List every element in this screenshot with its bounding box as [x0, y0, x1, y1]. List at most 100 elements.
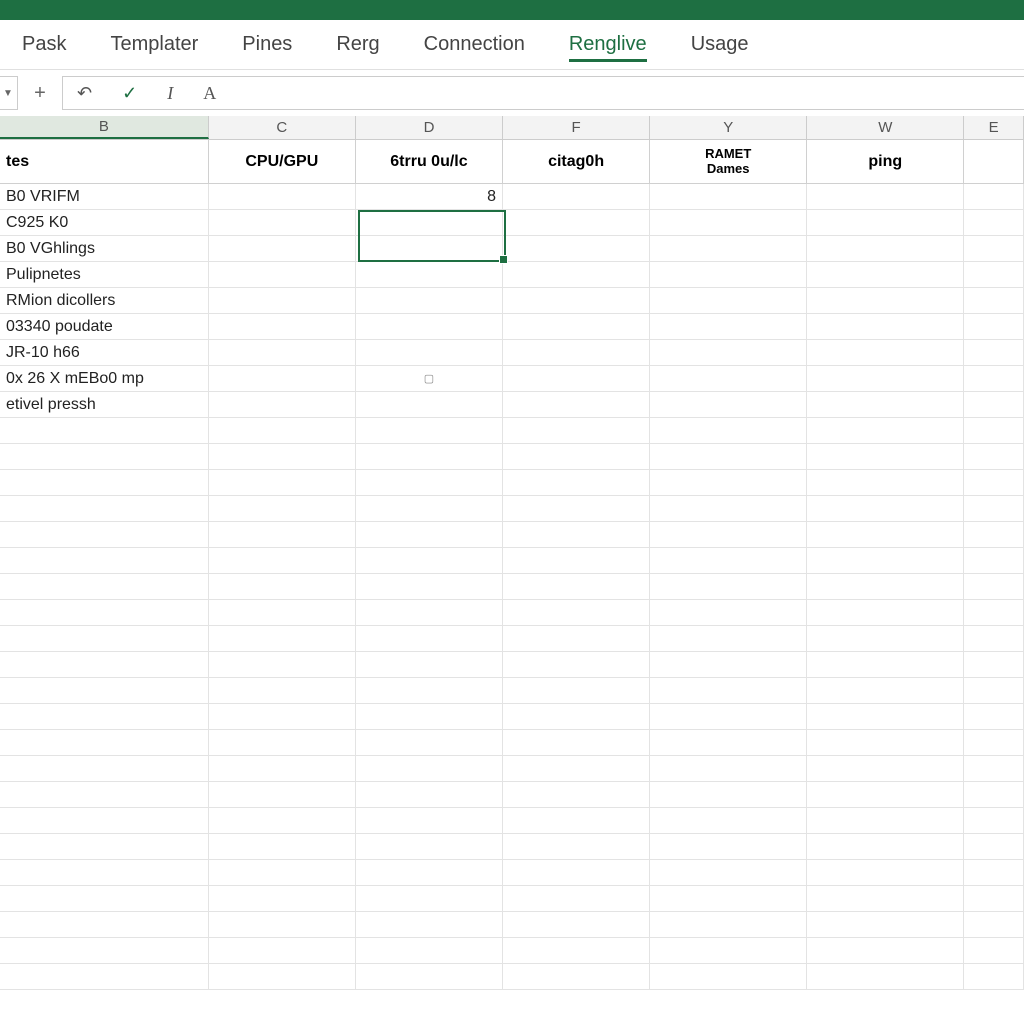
cell[interactable] — [964, 626, 1024, 652]
cell[interactable] — [650, 782, 807, 808]
cell[interactable] — [209, 730, 356, 756]
cell[interactable]: etivel pressh — [0, 392, 209, 418]
cell[interactable] — [209, 600, 356, 626]
cell[interactable] — [0, 730, 209, 756]
cell[interactable] — [503, 392, 650, 418]
cell[interactable] — [356, 756, 503, 782]
cell[interactable] — [356, 314, 503, 340]
cell[interactable] — [807, 340, 964, 366]
cell[interactable] — [0, 964, 209, 990]
cell[interactable] — [209, 912, 356, 938]
cell[interactable]: 03340 poudate — [0, 314, 209, 340]
cell[interactable] — [807, 834, 964, 860]
cell[interactable] — [650, 652, 807, 678]
cell[interactable] — [964, 808, 1024, 834]
cell[interactable] — [650, 262, 807, 288]
cell[interactable] — [650, 834, 807, 860]
cell[interactable] — [503, 574, 650, 600]
tab-usage[interactable]: Usage — [669, 20, 771, 70]
cell[interactable] — [0, 808, 209, 834]
cell[interactable] — [0, 782, 209, 808]
cell[interactable] — [650, 964, 807, 990]
cell[interactable] — [807, 288, 964, 314]
cell[interactable] — [0, 626, 209, 652]
cell[interactable] — [650, 548, 807, 574]
font-icon[interactable]: A — [197, 83, 222, 104]
cell[interactable] — [964, 444, 1024, 470]
cell[interactable] — [356, 496, 503, 522]
name-box-dropdown-icon[interactable]: ▼ — [0, 77, 17, 109]
cell[interactable] — [650, 444, 807, 470]
cell[interactable] — [209, 964, 356, 990]
cell[interactable] — [356, 886, 503, 912]
cell[interactable] — [209, 314, 356, 340]
cell[interactable] — [807, 756, 964, 782]
cell[interactable] — [209, 808, 356, 834]
cell[interactable] — [503, 210, 650, 236]
cell[interactable] — [503, 782, 650, 808]
add-button[interactable]: + — [26, 76, 54, 110]
cell[interactable] — [356, 678, 503, 704]
cell[interactable] — [356, 522, 503, 548]
cell[interactable] — [964, 340, 1024, 366]
cell[interactable]: Pulipnetes — [0, 262, 209, 288]
cell[interactable] — [356, 912, 503, 938]
cell[interactable] — [209, 886, 356, 912]
cell-selected[interactable] — [356, 210, 503, 236]
cell[interactable] — [964, 522, 1024, 548]
cell[interactable] — [356, 652, 503, 678]
cell[interactable]: 0x 26 X mEBo0 mp — [0, 366, 209, 392]
cell[interactable] — [807, 184, 964, 210]
cell[interactable] — [356, 938, 503, 964]
cell[interactable] — [807, 522, 964, 548]
cell[interactable]: ▢ — [356, 366, 503, 392]
cell[interactable] — [964, 288, 1024, 314]
cell[interactable] — [807, 782, 964, 808]
cell[interactable] — [964, 704, 1024, 730]
cell[interactable] — [209, 210, 356, 236]
cell[interactable] — [0, 704, 209, 730]
cell[interactable] — [356, 730, 503, 756]
cell[interactable] — [650, 340, 807, 366]
cell[interactable] — [356, 782, 503, 808]
cell[interactable] — [807, 626, 964, 652]
cell[interactable] — [964, 184, 1024, 210]
cell[interactable] — [503, 314, 650, 340]
cell[interactable] — [503, 652, 650, 678]
cell[interactable] — [503, 808, 650, 834]
cell[interactable] — [807, 392, 964, 418]
cell[interactable] — [503, 600, 650, 626]
cell[interactable] — [807, 418, 964, 444]
cell[interactable] — [503, 236, 650, 262]
cell[interactable] — [356, 236, 503, 262]
cell[interactable] — [964, 938, 1024, 964]
cell[interactable] — [964, 418, 1024, 444]
cell[interactable] — [964, 496, 1024, 522]
cell[interactable] — [964, 600, 1024, 626]
cell[interactable] — [0, 574, 209, 600]
cell[interactable] — [807, 704, 964, 730]
cell[interactable] — [209, 548, 356, 574]
cell[interactable] — [209, 574, 356, 600]
cell[interactable] — [650, 704, 807, 730]
tab-renglive[interactable]: Renglive — [547, 20, 669, 70]
cell[interactable] — [964, 964, 1024, 990]
check-icon[interactable]: ✓ — [116, 83, 143, 104]
col-header-f[interactable]: F — [503, 116, 650, 139]
cell[interactable] — [964, 262, 1024, 288]
cell[interactable] — [964, 470, 1024, 496]
cell[interactable] — [0, 652, 209, 678]
cell[interactable] — [356, 574, 503, 600]
header-tes[interactable]: tes — [0, 140, 209, 184]
cell[interactable] — [650, 912, 807, 938]
cell[interactable] — [807, 912, 964, 938]
cell[interactable] — [0, 600, 209, 626]
cell[interactable] — [209, 652, 356, 678]
cell[interactable] — [503, 626, 650, 652]
cell[interactable] — [650, 418, 807, 444]
cell[interactable] — [964, 782, 1024, 808]
cell[interactable] — [964, 210, 1024, 236]
cell[interactable] — [650, 626, 807, 652]
tab-pines[interactable]: Pines — [220, 20, 314, 70]
cell[interactable] — [356, 808, 503, 834]
